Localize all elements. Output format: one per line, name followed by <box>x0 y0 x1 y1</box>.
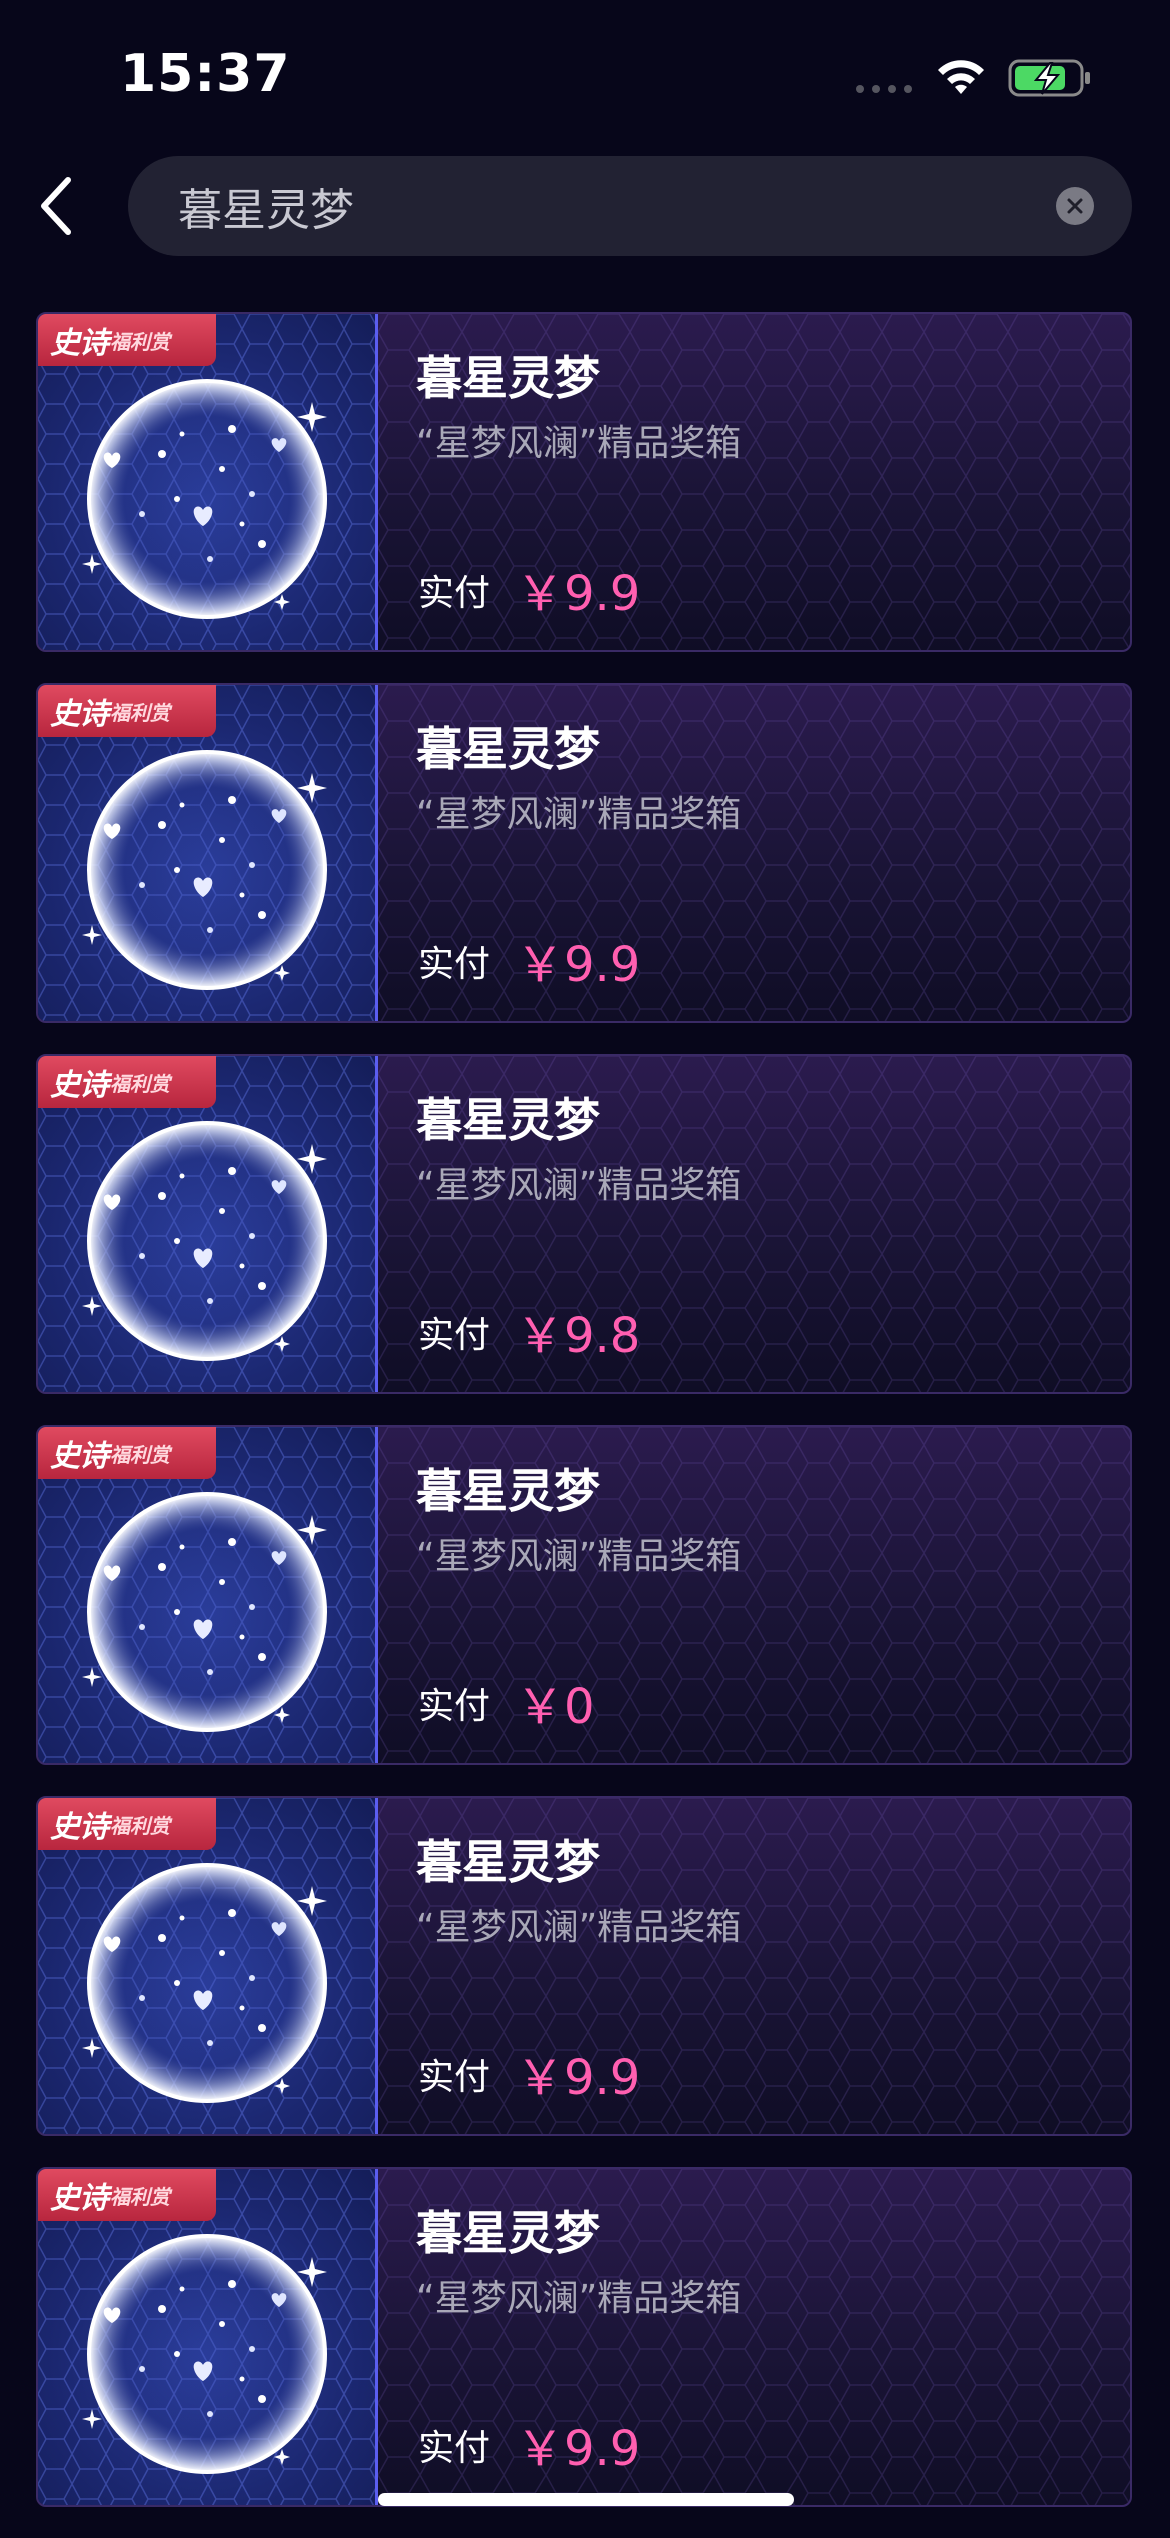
product-title: 暮星灵梦 <box>416 2206 600 2260</box>
search-bar <box>128 156 1132 256</box>
product-price: ￥0 <box>516 1679 595 1735</box>
product-subtitle: “星梦风澜”精品奖箱 <box>416 794 742 835</box>
pay-label: 实付 <box>418 944 491 985</box>
clear-search-button[interactable] <box>1056 187 1094 225</box>
product-card[interactable]: 史诗 福利赏 暮星灵梦 “星梦风澜”精品奖箱 实付 ￥9.9 <box>36 312 1132 652</box>
epic-badge: 史诗 福利赏 <box>38 1798 216 1850</box>
epic-badge: 史诗 福利赏 <box>38 1056 216 1108</box>
battery-charging-icon <box>1008 59 1090 97</box>
product-title: 暮星灵梦 <box>416 722 600 776</box>
product-image: 史诗 福利赏 <box>38 314 378 650</box>
epic-badge: 史诗 福利赏 <box>38 314 216 366</box>
status-time: 15:37 <box>120 44 291 104</box>
search-input[interactable] <box>178 156 1038 256</box>
pay-label: 实付 <box>418 573 491 614</box>
badge-sub-text: 福利赏 <box>110 329 170 354</box>
product-price: ￥9.9 <box>516 2050 641 2106</box>
starry-orb-icon <box>82 379 327 619</box>
product-subtitle: “星梦风澜”精品奖箱 <box>416 1907 742 1948</box>
badge-sub-text: 福利赏 <box>110 700 170 725</box>
home-indicator <box>378 2493 794 2506</box>
pay-label: 实付 <box>418 1315 491 1356</box>
product-card[interactable]: 史诗 福利赏 暮星灵梦 “星梦风澜”精品奖箱 实付 ￥9.9 <box>36 1796 1132 2136</box>
product-card[interactable]: 史诗 福利赏 暮星灵梦 “星梦风澜”精品奖箱 实付 ￥9.9 <box>36 2167 1132 2507</box>
product-subtitle: “星梦风澜”精品奖箱 <box>416 2278 742 2319</box>
starry-orb-icon <box>82 1121 327 1361</box>
badge-sub-text: 福利赏 <box>110 1813 170 1838</box>
starry-orb-icon <box>82 1492 327 1732</box>
product-price: ￥9.9 <box>516 937 641 993</box>
product-list: 史诗 福利赏 暮星灵梦 “星梦风澜”精品奖箱 实付 ￥9.9 史诗 福利赏 暮星… <box>36 312 1132 2538</box>
starry-orb-icon <box>82 1863 327 2103</box>
product-card[interactable]: 史诗 福利赏 暮星灵梦 “星梦风澜”精品奖箱 实付 ￥9.9 <box>36 683 1132 1023</box>
product-image: 史诗 福利赏 <box>38 1427 378 1763</box>
pay-label: 实付 <box>418 2057 491 2098</box>
starry-orb-icon <box>82 2234 327 2474</box>
product-card[interactable]: 史诗 福利赏 暮星灵梦 “星梦风澜”精品奖箱 实付 ￥9.8 <box>36 1054 1132 1394</box>
product-subtitle: “星梦风澜”精品奖箱 <box>416 1165 742 1206</box>
wifi-icon <box>938 60 984 94</box>
badge-main-text: 史诗 <box>50 1810 109 1845</box>
product-title: 暮星灵梦 <box>416 1464 600 1518</box>
pay-label: 实付 <box>418 2428 491 2469</box>
product-subtitle: “星梦风澜”精品奖箱 <box>416 1536 742 1577</box>
product-image: 史诗 福利赏 <box>38 685 378 1021</box>
badge-sub-text: 福利赏 <box>110 1442 170 1467</box>
status-bar: 15:37 <box>0 0 1170 150</box>
starry-orb-icon <box>82 750 327 990</box>
product-price: ￥9.9 <box>516 2421 641 2477</box>
badge-main-text: 史诗 <box>50 697 109 732</box>
close-icon <box>1067 198 1083 214</box>
product-image: 史诗 福利赏 <box>38 2169 378 2505</box>
pay-label: 实付 <box>418 1686 491 1727</box>
epic-badge: 史诗 福利赏 <box>38 2169 216 2221</box>
product-price: ￥9.8 <box>516 1308 641 1364</box>
badge-main-text: 史诗 <box>50 2181 109 2216</box>
epic-badge: 史诗 福利赏 <box>38 1427 216 1479</box>
product-price: ￥9.9 <box>516 566 641 622</box>
badge-main-text: 史诗 <box>50 326 109 361</box>
chevron-left-icon <box>41 177 71 235</box>
badge-sub-text: 福利赏 <box>110 2184 170 2209</box>
product-image: 史诗 福利赏 <box>38 1798 378 2134</box>
signal-dots-icon <box>856 85 912 93</box>
badge-main-text: 史诗 <box>50 1439 109 1474</box>
product-title: 暮星灵梦 <box>416 351 600 405</box>
product-card[interactable]: 史诗 福利赏 暮星灵梦 “星梦风澜”精品奖箱 实付 ￥0 <box>36 1425 1132 1765</box>
badge-sub-text: 福利赏 <box>110 1071 170 1096</box>
product-title: 暮星灵梦 <box>416 1835 600 1889</box>
epic-badge: 史诗 福利赏 <box>38 685 216 737</box>
product-subtitle: “星梦风澜”精品奖箱 <box>416 423 742 464</box>
product-title: 暮星灵梦 <box>416 1093 600 1147</box>
back-button[interactable] <box>24 168 88 244</box>
product-image: 史诗 福利赏 <box>38 1056 378 1392</box>
badge-main-text: 史诗 <box>50 1068 109 1103</box>
